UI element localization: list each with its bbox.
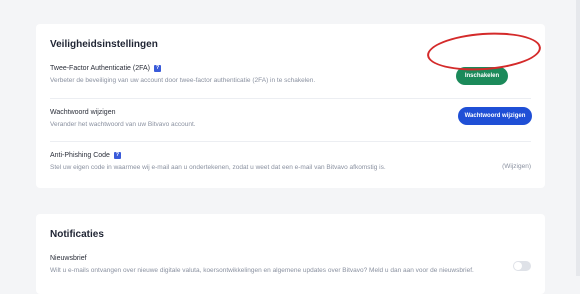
security-settings-title: Veiligheidsinstellingen xyxy=(50,39,158,50)
divider xyxy=(50,98,531,99)
notifications-card: Notificaties Nieuwsbrief Wilt u e-mails … xyxy=(36,214,545,294)
password-title: Wachtwoord wijzigen xyxy=(50,109,116,116)
newsletter-title: Nieuwsbrief xyxy=(50,255,87,262)
anti-phishing-title: Anti-Phishing Code xyxy=(50,152,110,159)
two-factor-title: Twee-Factor Authenticatie (2FA) xyxy=(50,65,150,72)
newsletter-row: Nieuwsbrief Wilt u e-mails ontvangen ove… xyxy=(50,255,531,274)
newsletter-description: Wilt u e-mails ontvangen over nieuwe dig… xyxy=(50,267,474,274)
divider xyxy=(50,141,531,142)
notifications-title: Notificaties xyxy=(50,229,104,240)
anti-phishing-row: Anti-Phishing Code ? Stel uw eigen code … xyxy=(50,152,531,171)
help-icon[interactable]: ? xyxy=(154,65,161,72)
password-description: Verander het wachtwoord van uw Bitvavo a… xyxy=(50,121,196,128)
page-scrollbar[interactable] xyxy=(576,0,580,276)
anti-phishing-description: Stel uw eigen code in waarmee wij e-mail… xyxy=(50,164,386,171)
newsletter-toggle[interactable] xyxy=(513,261,531,271)
toggle-knob xyxy=(514,262,522,270)
change-anti-phishing-link[interactable]: (Wijzigen) xyxy=(502,163,531,170)
help-icon[interactable]: ? xyxy=(113,152,121,159)
change-password-button[interactable]: Wachtwoord wijzigen xyxy=(458,107,532,125)
